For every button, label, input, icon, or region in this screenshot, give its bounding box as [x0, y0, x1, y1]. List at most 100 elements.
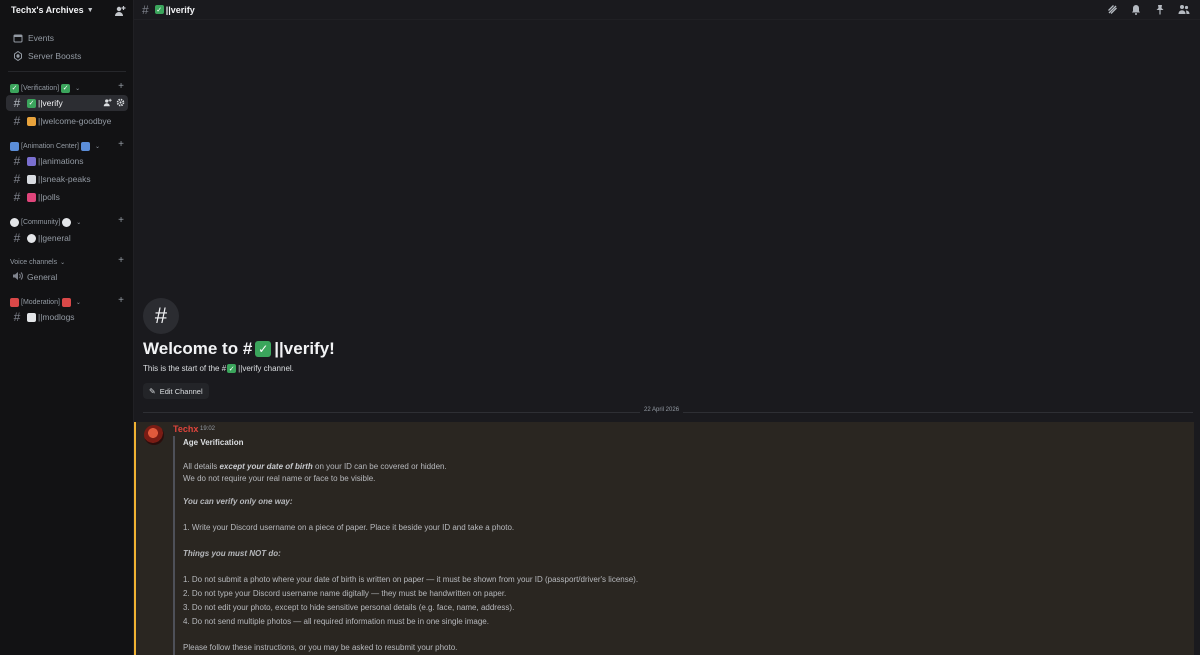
- message-author[interactable]: Techx: [173, 424, 198, 434]
- channel-hashtag-icon: #: [143, 298, 179, 334]
- category-moderation[interactable]: [Moderation] ⌄ +: [10, 295, 128, 308]
- channel-sneak-peaks[interactable]: # ||sneak-peaks: [6, 171, 128, 187]
- message-text: All details: [183, 462, 220, 471]
- channel-voice-general[interactable]: General: [6, 269, 128, 285]
- chevron-down-icon: ⌄: [76, 219, 82, 226]
- message-subheading: Things you must NOT do:: [183, 549, 281, 558]
- server-header[interactable]: Techx's Archives ▼: [0, 0, 134, 20]
- sidebar-item-events[interactable]: Events: [6, 30, 128, 46]
- category-animation-center[interactable]: [Animation Center] ⌄ +: [10, 139, 128, 152]
- message-area: # Welcome to # ✓ ||verify! This is the s…: [134, 21, 1200, 655]
- shield-emoji-icon: [10, 297, 19, 307]
- category-label: [Verification]: [21, 84, 60, 92]
- category-label: [Moderation]: [21, 298, 60, 306]
- check-emoji-icon: ✓: [10, 83, 19, 93]
- category-voice-channels[interactable]: Voice channels ⌄ +: [10, 255, 128, 268]
- message-timestamp: 19:02: [200, 426, 216, 432]
- eyes-emoji-icon: [27, 174, 36, 184]
- hashtag-icon: #: [13, 96, 21, 110]
- message-text: on your ID can be covered or hidden.: [312, 462, 447, 471]
- hashtag-icon: #: [13, 231, 21, 245]
- bell-icon[interactable]: [1130, 3, 1142, 15]
- chevron-down-icon: ▼: [86, 6, 94, 14]
- scroll-emoji-icon: [27, 312, 36, 322]
- message-line: Please follow these instructions, or you…: [183, 643, 458, 652]
- message-line: We do not require your real name or face…: [183, 474, 376, 483]
- film-emoji-icon: [27, 156, 36, 166]
- check-emoji-icon: ✓: [255, 341, 272, 357]
- channel-label: ||welcome-goodbye: [38, 116, 112, 126]
- channel-label: ||sneak-peaks: [38, 174, 91, 184]
- invite-icon[interactable]: [103, 98, 112, 109]
- message-line: 1. Do not submit a photo where your date…: [183, 575, 639, 584]
- welcome-title: Welcome to # ✓ ||verify!: [143, 339, 335, 359]
- member-list-icon[interactable]: [1178, 3, 1190, 15]
- add-channel-icon[interactable]: +: [118, 215, 124, 226]
- message-line: 3. Do not edit your photo, except to hid…: [183, 603, 515, 612]
- channel-label: General: [27, 272, 58, 282]
- ballot-emoji-icon: [27, 192, 36, 202]
- channel-label: ||polls: [38, 192, 60, 202]
- channel-animations[interactable]: # ||animations: [6, 153, 128, 169]
- threads-icon[interactable]: [1106, 3, 1118, 15]
- speaker-icon: [11, 269, 23, 285]
- message-line: All details except your date of birth on…: [183, 462, 447, 471]
- category-community[interactable]: [Community] ⌄ +: [10, 215, 128, 228]
- message-line: 4. Do not send multiple photos — all req…: [183, 617, 489, 626]
- film-emoji-icon: [80, 141, 90, 151]
- hashtag-icon: #: [13, 172, 21, 186]
- channel-label: ||general: [38, 233, 71, 243]
- channel-modlogs[interactable]: # ||modlogs: [6, 309, 128, 325]
- channel-polls[interactable]: # ||polls: [6, 189, 128, 205]
- shield-emoji-icon: [61, 297, 71, 307]
- chevron-down-icon: ⌄: [75, 85, 81, 92]
- message-heading: Age Verification: [183, 438, 244, 447]
- welcome-subtitle: This is the start of the # ✓ ||verify ch…: [143, 364, 294, 373]
- check-emoji-icon: ✓: [61, 83, 71, 93]
- pencil-icon: ✎: [149, 386, 156, 396]
- channel-sidebar: Techx's Archives ▼ Events Server Boosts …: [0, 0, 134, 655]
- channel-verify[interactable]: # ✓ ||verify: [6, 95, 128, 111]
- message[interactable]: Techx 19:02 Age Verification All details…: [134, 422, 1194, 655]
- sidebar-item-label: Events: [28, 33, 54, 43]
- gear-icon[interactable]: [116, 98, 125, 109]
- welcome-sub-suffix: ||verify channel.: [238, 364, 294, 373]
- sidebar-item-label: Server Boosts: [28, 51, 82, 61]
- speech-bubble-emoji-icon: [27, 233, 36, 243]
- category-verification[interactable]: ✓ [Verification] ✓ ⌄ +: [10, 81, 128, 94]
- welcome-title-suffix: ||verify!: [274, 339, 335, 358]
- category-label: Voice channels: [10, 258, 58, 266]
- welcome-sub-prefix: This is the start of the #: [143, 364, 227, 373]
- edit-channel-label: Edit Channel: [159, 386, 203, 396]
- chevron-down-icon: ⌄: [60, 259, 66, 266]
- channel-welcome-goodbye[interactable]: # ||welcome-goodbye: [6, 113, 128, 129]
- message-emphasis: except your date of birth: [219, 462, 313, 471]
- header-toolbar: [1106, 3, 1190, 15]
- channel-header: # ✓ ||verify: [134, 0, 1200, 20]
- add-channel-icon[interactable]: +: [118, 81, 124, 92]
- check-emoji-icon: ✓: [27, 98, 36, 108]
- channel-title: ✓ ||verify: [154, 5, 195, 15]
- discord-app: Techx's Archives ▼ Events Server Boosts …: [0, 0, 1200, 655]
- channel-label: ||animations: [38, 156, 84, 166]
- edit-channel-button[interactable]: ✎ Edit Channel: [143, 383, 209, 399]
- channel-general[interactable]: # ||general: [6, 230, 128, 246]
- message-line: 1. Write your Discord username on a piec…: [183, 523, 515, 532]
- film-emoji-icon: [10, 141, 19, 151]
- avatar[interactable]: [144, 425, 164, 445]
- pin-icon[interactable]: [1154, 3, 1166, 15]
- speech-bubble-emoji-icon: [10, 217, 19, 227]
- add-channel-icon[interactable]: +: [118, 295, 124, 306]
- invite-icon[interactable]: [114, 4, 126, 16]
- boost-icon: [12, 50, 24, 62]
- check-emoji-icon: ✓: [227, 364, 237, 373]
- add-channel-icon[interactable]: +: [118, 255, 124, 266]
- welcome-title-prefix: Welcome to #: [143, 339, 253, 358]
- message-subheading: You can verify only one way:: [183, 497, 293, 506]
- hashtag-icon: #: [13, 190, 21, 204]
- add-channel-icon[interactable]: +: [118, 139, 124, 150]
- hashtag-icon: #: [13, 154, 21, 168]
- channel-label: ||verify: [38, 98, 63, 108]
- sidebar-item-server-boosts[interactable]: Server Boosts: [6, 48, 128, 64]
- hashtag-icon: #: [13, 310, 21, 324]
